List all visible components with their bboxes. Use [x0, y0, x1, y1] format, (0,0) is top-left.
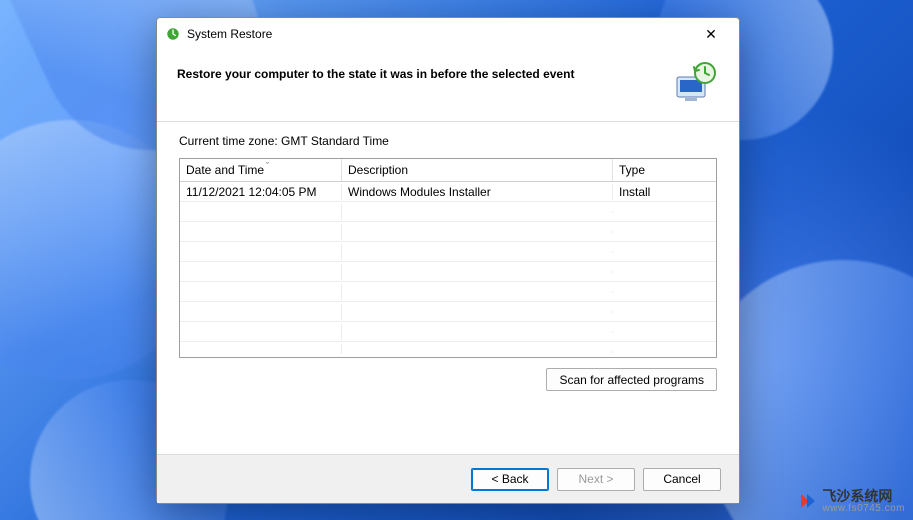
column-header-date[interactable]: Date and Time ˇ — [180, 159, 342, 181]
back-button[interactable]: < Back — [471, 468, 549, 491]
column-header-description[interactable]: Description — [342, 159, 613, 181]
table-header: Date and Time ˇ Description Type — [180, 159, 716, 182]
cell-description: Windows Modules Installer — [342, 184, 613, 200]
system-restore-dialog: System Restore ✕ Restore your computer t… — [156, 17, 740, 504]
table-row-empty: . — [180, 202, 716, 222]
scan-affected-programs-button[interactable]: Scan for affected programs — [546, 368, 717, 391]
column-header-type[interactable]: Type — [613, 159, 716, 181]
sort-indicator-icon: ˇ — [266, 161, 269, 171]
close-button[interactable]: ✕ — [691, 21, 731, 47]
table-row-empty: . — [180, 222, 716, 242]
cancel-button[interactable]: Cancel — [643, 468, 721, 491]
restore-point-icon — [671, 61, 719, 103]
titlebar: System Restore ✕ — [157, 18, 739, 51]
table-row-empty: . — [180, 302, 716, 322]
table-row-empty: . — [180, 262, 716, 282]
table-row-empty: . — [180, 342, 716, 354]
window-title: System Restore — [187, 27, 272, 41]
next-button[interactable]: Next > — [557, 468, 635, 491]
timezone-label: Current time zone: GMT Standard Time — [179, 134, 717, 148]
watermark: 飞沙系统网 www.fs0745.com — [798, 489, 905, 514]
table-row[interactable]: 11/12/2021 12:04:05 PM Windows Modules I… — [180, 182, 716, 202]
system-restore-icon — [165, 26, 181, 42]
wizard-body: Current time zone: GMT Standard Time Dat… — [157, 122, 739, 454]
column-header-description-label: Description — [348, 163, 408, 177]
table-row-empty: . — [180, 322, 716, 342]
restore-points-table[interactable]: Date and Time ˇ Description Type 11/12/2… — [179, 158, 717, 358]
wizard-header: Restore your computer to the state it wa… — [157, 51, 739, 121]
wizard-footer: < Back Next > Cancel — [157, 454, 739, 503]
cell-type: Install — [613, 184, 716, 200]
wizard-heading: Restore your computer to the state it wa… — [177, 59, 659, 81]
watermark-logo-icon — [798, 492, 816, 510]
watermark-url: www.fs0745.com — [822, 504, 905, 515]
table-row-empty: . — [180, 282, 716, 302]
column-header-type-label: Type — [619, 163, 645, 177]
desktop-background: System Restore ✕ Restore your computer t… — [0, 0, 913, 520]
cell-date: 11/12/2021 12:04:05 PM — [180, 184, 342, 200]
watermark-text: 飞沙系统网 www.fs0745.com — [822, 489, 905, 514]
table-row-empty: . — [180, 242, 716, 262]
watermark-title: 飞沙系统网 — [822, 489, 905, 504]
column-header-date-label: Date and Time — [186, 163, 264, 177]
close-icon: ✕ — [705, 27, 717, 41]
scan-row: Scan for affected programs — [179, 368, 717, 391]
table-body: 11/12/2021 12:04:05 PM Windows Modules I… — [180, 182, 716, 354]
